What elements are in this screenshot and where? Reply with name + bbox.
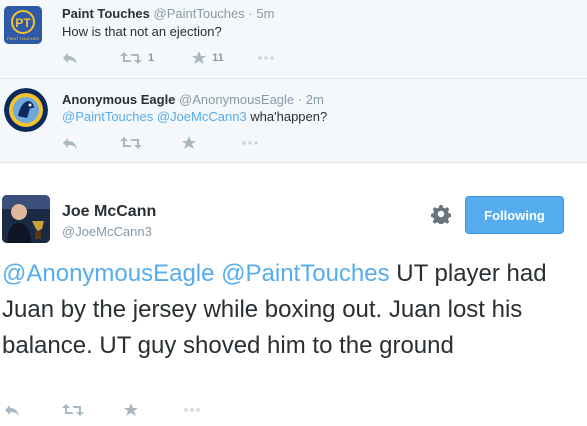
retweet-icon bbox=[120, 52, 142, 64]
more-icon bbox=[257, 56, 274, 60]
reply-button[interactable] bbox=[4, 403, 20, 417]
author-handle[interactable]: @JoeMcCann3 bbox=[62, 224, 152, 239]
more-button[interactable] bbox=[257, 55, 274, 61]
favorite-button[interactable] bbox=[124, 403, 138, 417]
reply-icon bbox=[63, 138, 77, 149]
more-icon bbox=[184, 408, 200, 412]
separator: · bbox=[297, 92, 303, 107]
svg-text:PT: PT bbox=[15, 16, 31, 30]
author-handle[interactable]: @PaintTouches bbox=[154, 6, 245, 21]
reply-icon bbox=[63, 53, 77, 64]
more-button[interactable] bbox=[242, 140, 258, 146]
avatar[interactable] bbox=[2, 195, 50, 243]
tweet-paint-touches[interactable]: PT PAINT TOUCHES Paint Touches @PaintTou… bbox=[0, 0, 587, 79]
favorite-icon bbox=[182, 136, 196, 149]
timestamp[interactable]: 5m bbox=[256, 6, 274, 21]
tweet-text-rest: wha'happen? bbox=[246, 109, 328, 124]
mention-link[interactable]: @PaintTouches bbox=[62, 109, 153, 124]
retweet-button[interactable] bbox=[62, 403, 84, 417]
svg-text:PAINT TOUCHES: PAINT TOUCHES bbox=[7, 36, 39, 41]
timestamp[interactable]: 2m bbox=[306, 92, 324, 107]
retweet-icon bbox=[62, 404, 84, 416]
author-name[interactable]: Anonymous Eagle bbox=[62, 92, 175, 107]
mention-link[interactable]: @PaintTouches bbox=[221, 260, 389, 287]
gear-icon bbox=[430, 205, 452, 226]
author-name[interactable]: Paint Touches bbox=[62, 6, 150, 21]
tweet-anonymous-eagle[interactable]: Anonymous Eagle @AnonymousEagle · 2m @Pa… bbox=[0, 79, 587, 163]
reply-button[interactable] bbox=[62, 136, 78, 150]
reply-icon bbox=[5, 405, 19, 416]
reply-button[interactable] bbox=[62, 51, 78, 65]
following-button[interactable]: Following bbox=[465, 196, 564, 234]
retweet-button[interactable] bbox=[120, 136, 142, 150]
tweet-text: @AnonymousEagle @PaintTouches UT player … bbox=[2, 256, 582, 364]
user-actions-button[interactable] bbox=[430, 204, 452, 229]
favorite-icon bbox=[124, 403, 138, 416]
tweet-text: @PaintTouches @JoeMcCann3 wha'happen? bbox=[62, 109, 327, 124]
mention-link[interactable]: @JoeMcCann3 bbox=[157, 109, 247, 124]
tweet-joe-mccann: Joe McCann @JoeMcCann3 Following @Anonym… bbox=[0, 163, 587, 426]
retweet-button[interactable]: 1 bbox=[120, 51, 154, 65]
more-icon bbox=[242, 141, 258, 145]
favorite-button[interactable] bbox=[182, 136, 196, 150]
avatar[interactable]: PT PAINT TOUCHES bbox=[4, 6, 42, 44]
retweet-count: 1 bbox=[148, 52, 155, 64]
separator: · bbox=[248, 6, 253, 21]
favorite-button[interactable]: 11 bbox=[192, 51, 224, 65]
tweet-text: How is that not an ejection? bbox=[62, 24, 222, 39]
mention-link[interactable]: @AnonymousEagle bbox=[2, 260, 214, 287]
avatar[interactable] bbox=[4, 88, 48, 132]
favorite-count: 11 bbox=[212, 52, 224, 64]
author-handle[interactable]: @AnonymousEagle bbox=[179, 92, 294, 107]
retweet-icon bbox=[120, 137, 142, 149]
favorite-icon bbox=[192, 51, 207, 64]
more-button[interactable] bbox=[184, 407, 200, 413]
author-name[interactable]: Joe McCann bbox=[62, 203, 156, 221]
